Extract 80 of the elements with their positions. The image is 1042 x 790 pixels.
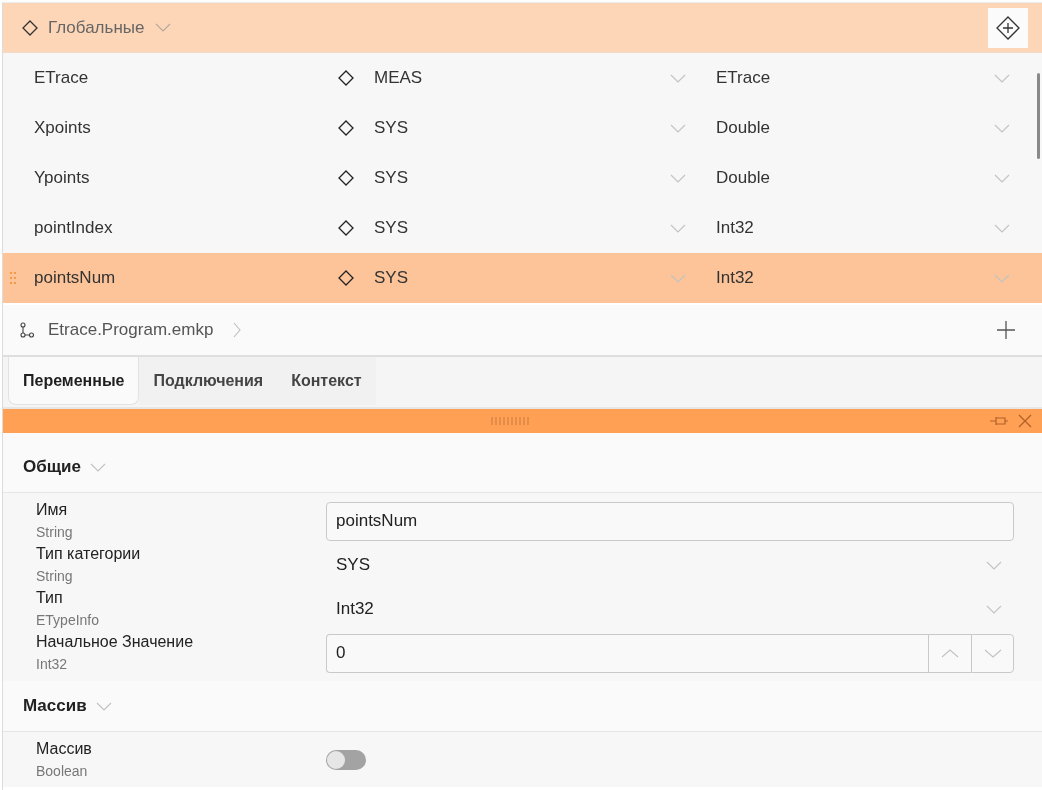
tab[interactable]: Контекст bbox=[277, 357, 376, 405]
category-dropdown[interactable]: SYS bbox=[374, 118, 686, 138]
category-dropdown[interactable]: MEAS bbox=[374, 68, 686, 88]
scrollbar-thumb[interactable] bbox=[1037, 73, 1040, 159]
branch-icon bbox=[20, 322, 34, 338]
type-dropdown[interactable]: Int32 bbox=[716, 218, 1010, 238]
chevron-down-icon bbox=[670, 173, 686, 183]
property-label: Имя bbox=[36, 500, 68, 520]
close-icon bbox=[1018, 414, 1032, 428]
property-label: Начальное Значение bbox=[36, 632, 194, 652]
chevron-down-icon bbox=[155, 23, 172, 32]
property-type: ETypeInfo bbox=[36, 611, 100, 630]
diamond-plus-icon bbox=[996, 15, 1020, 40]
pin-icon bbox=[990, 416, 1008, 426]
chevron-down-icon bbox=[95, 701, 112, 711]
add-variable-button[interactable] bbox=[988, 7, 1028, 48]
variable-name: ETrace bbox=[34, 68, 89, 88]
type-dropdown[interactable]: Double bbox=[716, 118, 1010, 138]
tab[interactable]: Подключения bbox=[139, 357, 278, 405]
chevron-down-icon bbox=[670, 223, 686, 233]
property-label: Массив bbox=[36, 739, 92, 759]
chevron-down-icon bbox=[90, 462, 106, 472]
chevron-down-icon bbox=[994, 273, 1010, 283]
chevron-down-icon bbox=[983, 648, 1002, 658]
type-dropdown[interactable]: Double bbox=[716, 168, 1010, 188]
tab[interactable]: Переменные bbox=[8, 357, 140, 405]
chevron-down-icon bbox=[670, 273, 686, 283]
property-type: String bbox=[36, 567, 73, 586]
spin-up-button[interactable] bbox=[928, 633, 971, 673]
toggle-switch[interactable] bbox=[326, 750, 366, 770]
diamond-icon bbox=[338, 270, 354, 286]
property-label: Тип bbox=[36, 588, 63, 608]
category-dropdown[interactable]: SYS bbox=[374, 218, 686, 238]
chevron-up-icon bbox=[941, 648, 959, 658]
chevron-down-icon bbox=[986, 604, 1002, 614]
chevron-down-icon bbox=[986, 560, 1002, 570]
diamond-icon bbox=[22, 19, 38, 36]
diamond-icon bbox=[338, 120, 354, 136]
chevron-down-icon bbox=[670, 73, 686, 83]
chevron-right-icon bbox=[233, 322, 242, 338]
text-input[interactable]: pointsNum bbox=[326, 501, 1014, 541]
property-type: Int32 bbox=[36, 655, 68, 674]
type-dropdown[interactable]: Int32 bbox=[716, 268, 1010, 288]
variable-name: Xpoints bbox=[34, 118, 91, 138]
breadcrumb-path[interactable]: Etrace.Program.emkp bbox=[48, 320, 214, 340]
category-dropdown[interactable]: SYS bbox=[374, 168, 686, 188]
section-toggle[interactable]: Общие bbox=[23, 457, 106, 477]
variable-name: pointIndex bbox=[34, 218, 113, 238]
variable-row[interactable]: pointsNum SYS Int32 bbox=[3, 253, 1042, 303]
property-type: String bbox=[36, 523, 73, 542]
add-button[interactable] bbox=[996, 320, 1016, 340]
type-dropdown[interactable]: ETrace bbox=[716, 68, 1010, 88]
diamond-icon bbox=[338, 70, 354, 86]
diamond-icon bbox=[338, 170, 354, 186]
diamond-icon bbox=[338, 220, 354, 236]
variable-row[interactable]: ETrace MEAS ETrace bbox=[3, 53, 1042, 103]
drag-handle-icon[interactable] bbox=[10, 272, 16, 284]
variable-row[interactable]: Ypoints SYS Double bbox=[3, 153, 1042, 203]
chevron-down-icon bbox=[994, 223, 1010, 233]
variable-row[interactable]: Xpoints SYS Double bbox=[3, 103, 1042, 153]
dropdown[interactable]: Int32 bbox=[326, 599, 1014, 619]
number-input[interactable]: 0 bbox=[326, 633, 928, 673]
section-toggle[interactable]: Массив bbox=[23, 696, 112, 716]
grip-icon[interactable] bbox=[490, 417, 531, 425]
category-dropdown[interactable]: SYS bbox=[374, 268, 686, 288]
globals-dropdown[interactable]: Глобальные bbox=[48, 17, 172, 38]
plus-icon bbox=[996, 320, 1016, 340]
dropdown[interactable]: SYS bbox=[326, 555, 1014, 575]
chevron-down-icon bbox=[994, 73, 1010, 83]
variable-name: pointsNum bbox=[34, 268, 116, 288]
chevron-down-icon bbox=[994, 173, 1010, 183]
spin-down-button[interactable] bbox=[971, 633, 1014, 673]
property-type: Boolean bbox=[36, 762, 88, 781]
property-label: Тип категории bbox=[36, 544, 141, 564]
pin-button[interactable] bbox=[990, 416, 1008, 426]
variable-row[interactable]: pointIndex SYS Int32 bbox=[3, 203, 1042, 253]
variable-name: Ypoints bbox=[34, 168, 90, 188]
chevron-down-icon bbox=[670, 123, 686, 133]
close-button[interactable] bbox=[1018, 414, 1032, 428]
chevron-down-icon bbox=[994, 123, 1010, 133]
